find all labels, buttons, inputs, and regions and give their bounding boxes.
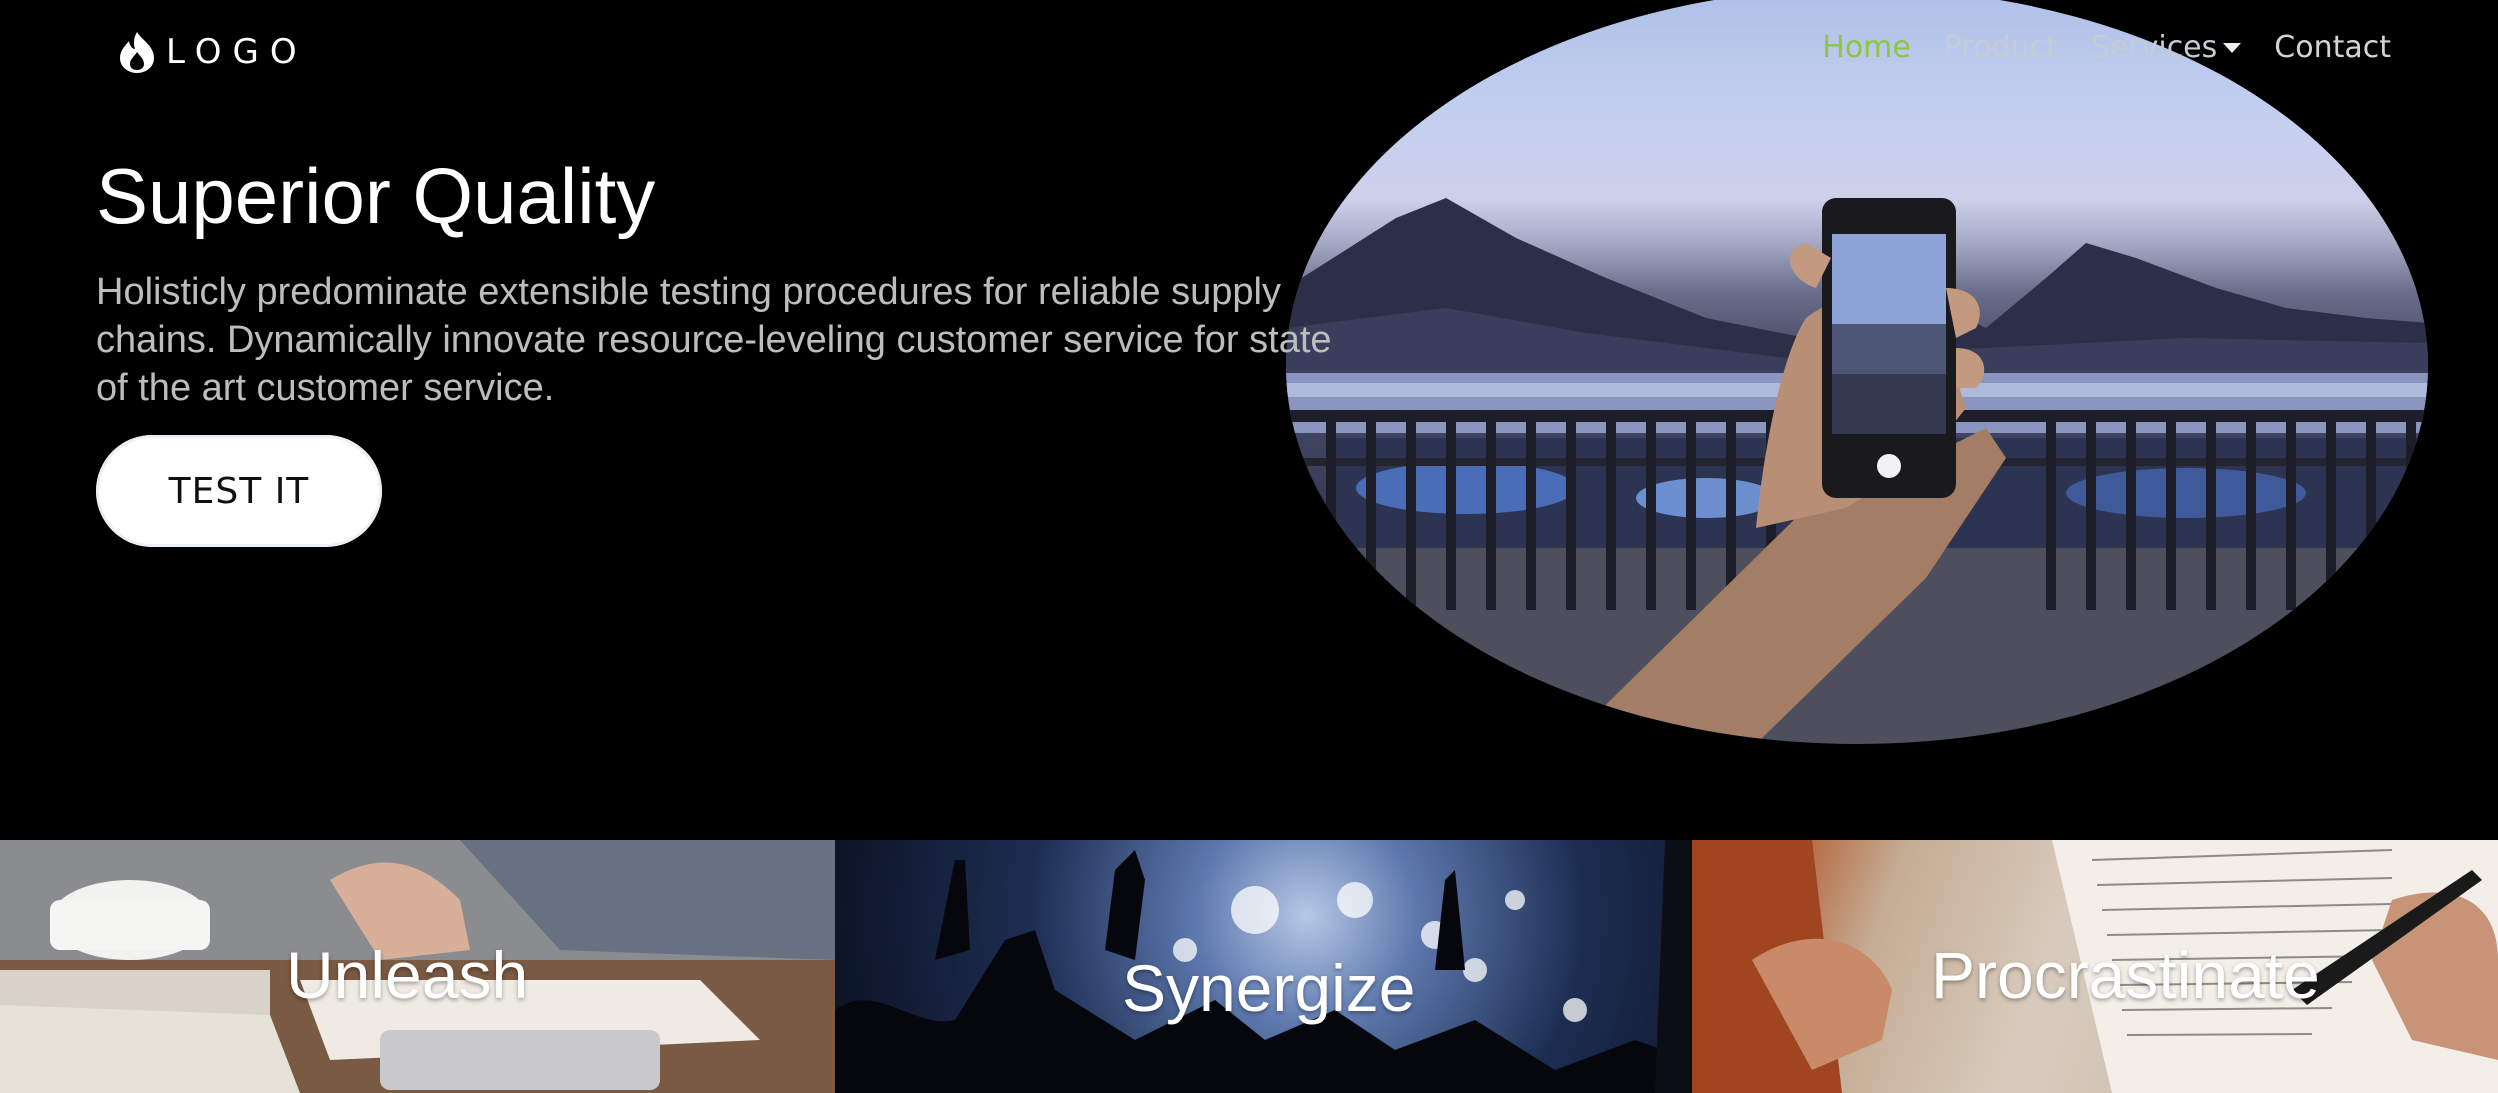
tile-synergize-label: Synergize: [1122, 951, 1416, 1025]
logo-text: LOGO: [166, 32, 308, 72]
hero-section: LOGO Home Product Services Contact Super…: [0, 0, 2498, 840]
feature-tiles: Unleash Synergize Procrastinate: [0, 840, 2498, 1093]
lake-phone-photo: [1286, 198, 2428, 744]
nav-item-services-label: Services: [2090, 30, 2218, 65]
tile-unleash[interactable]: Unleash: [0, 840, 835, 1093]
tile-procrastinate-label: Procrastinate: [1931, 938, 2320, 1012]
tile-unleash-label: Unleash: [286, 938, 529, 1012]
nav-item-product[interactable]: Product: [1944, 30, 2058, 65]
hero-description: Holisticly predominate extensible testin…: [96, 271, 1332, 409]
nav-item-contact[interactable]: Contact: [2274, 30, 2391, 65]
hero-title: Superior Quality: [96, 152, 656, 240]
test-it-button[interactable]: TEST IT: [96, 435, 382, 547]
hero-image: [1286, 0, 2428, 744]
flame-icon: [120, 32, 154, 73]
nav-item-home[interactable]: Home: [1822, 30, 1911, 65]
main-nav: Home Product Services Contact: [1822, 30, 2391, 65]
tile-procrastinate[interactable]: Procrastinate: [1692, 840, 2498, 1093]
chevron-down-icon: [2223, 42, 2242, 53]
brand-logo[interactable]: LOGO: [118, 30, 308, 74]
nav-item-services[interactable]: Services: [2091, 30, 2242, 65]
tile-synergize[interactable]: Synergize: [835, 840, 1692, 1093]
